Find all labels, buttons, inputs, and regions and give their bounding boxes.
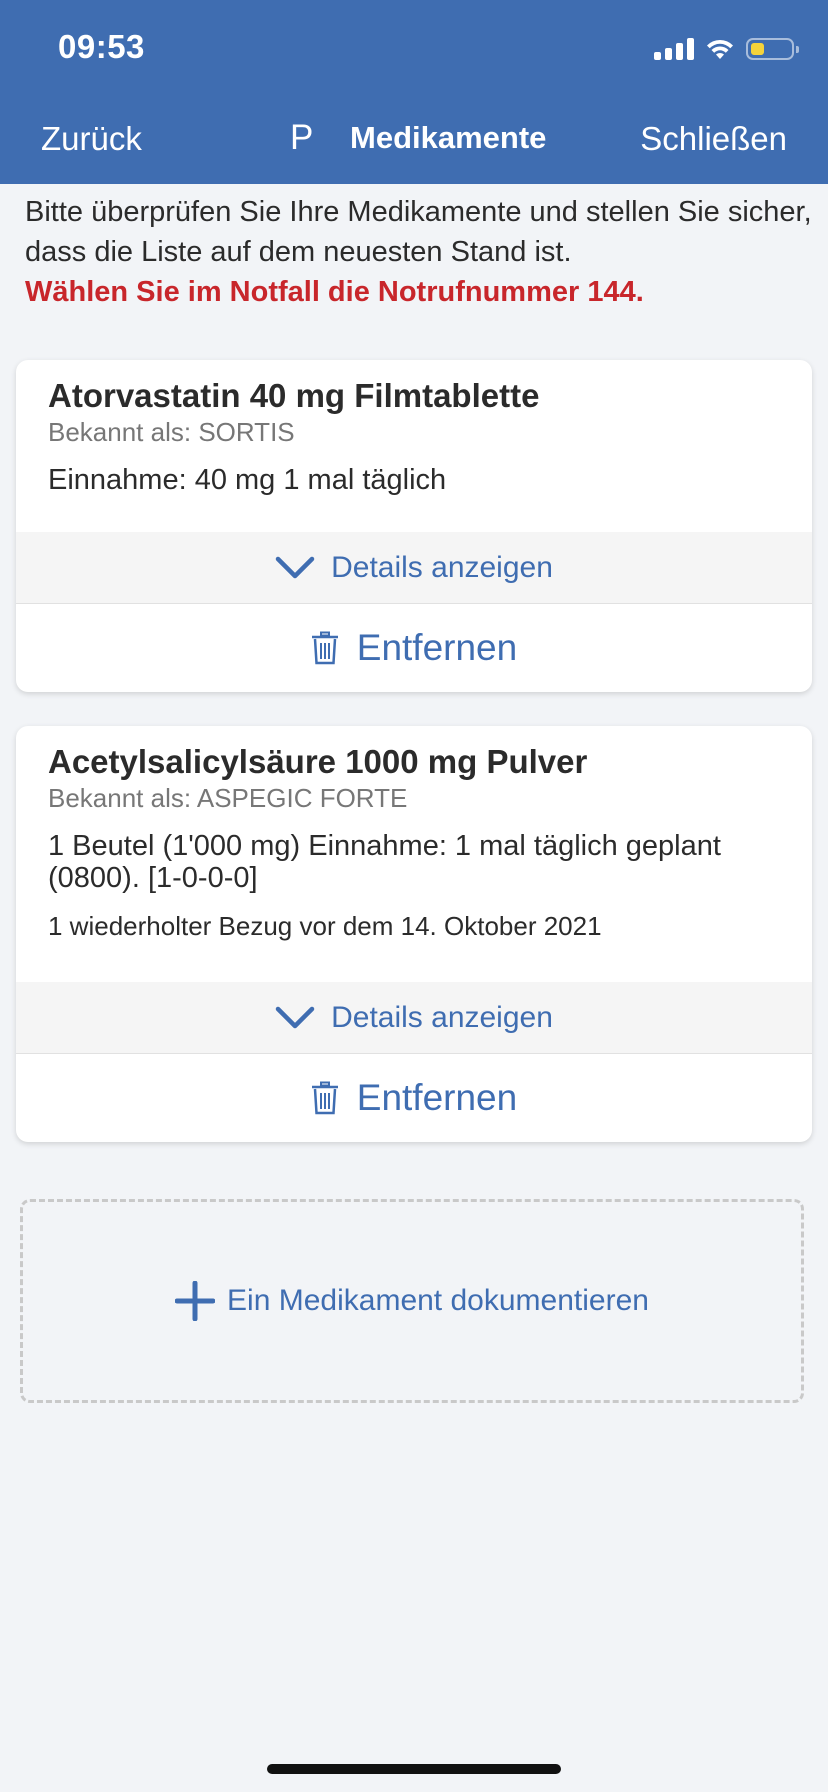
page-title: Medikamente [350, 120, 547, 155]
intro-description: Bitte überprüfen Sie Ihre Medikamente un… [25, 196, 812, 268]
emergency-warning: Wählen Sie im Notfall die Notrufnummer 1… [25, 276, 644, 308]
home-indicator[interactable] [267, 1764, 561, 1774]
remove-label: Entfernen [356, 627, 518, 668]
trash-icon [311, 631, 338, 665]
battery-icon [746, 38, 799, 60]
remove-button[interactable]: Entfernen [16, 604, 812, 692]
medication-name: Acetylsalicylsäure 1000 mg Pulver [48, 743, 588, 780]
medication-brand: Bekannt als: SORTIS [48, 417, 295, 447]
add-medication-button[interactable]: Ein Medikament dokumentieren [20, 1199, 804, 1403]
details-label: Details anzeigen [331, 550, 553, 584]
trash-icon [311, 1081, 338, 1115]
details-toggle[interactable]: Details anzeigen [16, 982, 812, 1054]
remove-label: Entfernen [356, 1077, 518, 1118]
chevron-down-icon [275, 556, 315, 578]
status-icons [654, 34, 799, 64]
medication-dosage: 1 Beutel (1'000 mg) Einnahme: 1 mal tägl… [48, 830, 721, 894]
medication-info: Atorvastatin 40 mg Filmtablette Bekannt … [16, 360, 812, 496]
remove-button[interactable]: Entfernen [16, 1054, 812, 1142]
medication-brand: Bekannt als: ASPEGIC FORTE [48, 783, 408, 813]
medication-refill: 1 wiederholter Bezug vor dem 14. Oktober… [48, 911, 602, 941]
medication-card: Acetylsalicylsäure 1000 mg Pulver Bekann… [16, 726, 812, 1142]
medication-name: Atorvastatin 40 mg Filmtablette [48, 377, 540, 414]
close-button[interactable]: Schließen [640, 120, 787, 158]
top-header: 09:53 Zurück P Medikamente Schließen [0, 0, 828, 184]
add-medication-label: Ein Medikament dokumentieren [227, 1284, 649, 1317]
status-time: 09:53 [58, 28, 145, 65]
medication-dosage: Einnahme: 40 mg 1 mal täglich [48, 464, 447, 496]
back-button[interactable]: Zurück [41, 120, 142, 158]
medication-info: Acetylsalicylsäure 1000 mg Pulver Bekann… [16, 726, 812, 942]
medication-card: Atorvastatin 40 mg Filmtablette Bekannt … [16, 360, 812, 692]
details-label: Details anzeigen [331, 1000, 553, 1034]
profile-avatar[interactable]: P [290, 118, 313, 158]
wifi-icon [707, 39, 733, 59]
intro-text: Bitte überprüfen Sie Ihre Medikamente un… [25, 192, 815, 312]
signal-icon [654, 38, 694, 60]
chevron-down-icon [275, 1006, 315, 1028]
details-toggle[interactable]: Details anzeigen [16, 532, 812, 604]
plus-icon [175, 1281, 216, 1321]
